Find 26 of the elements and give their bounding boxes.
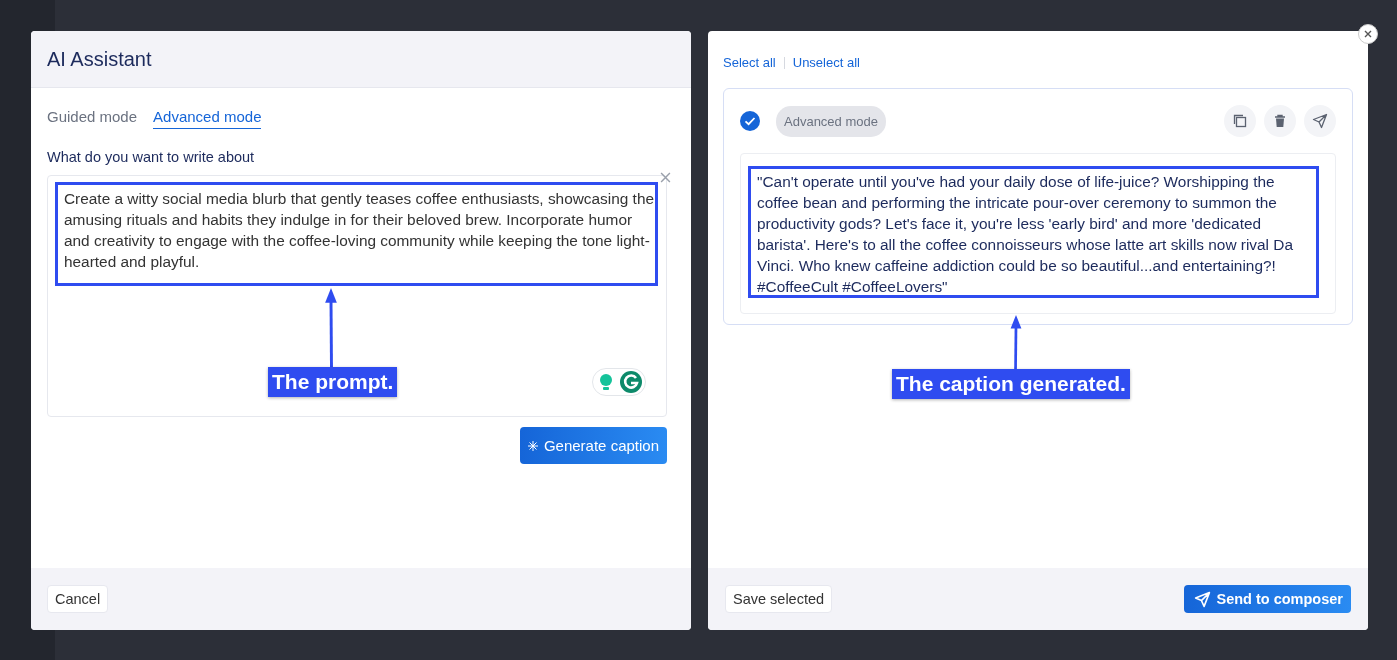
- copy-icon[interactable]: [1224, 105, 1256, 137]
- save-selected-button[interactable]: Save selected: [725, 585, 833, 613]
- cancel-button[interactable]: Cancel: [47, 585, 109, 613]
- checkbox[interactable]: [740, 111, 760, 131]
- mode-tab[interactable]: Advanced mode: [153, 108, 262, 129]
- annotation-arrow: [1009, 315, 1023, 369]
- close-icon: [1363, 29, 1373, 39]
- annotation-label: The caption generated.: [892, 369, 1130, 399]
- prompt-label: What do you want to write about: [47, 149, 256, 165]
- send-icon[interactable]: [1304, 105, 1336, 137]
- close-button[interactable]: [1358, 24, 1378, 44]
- close-icon[interactable]: [660, 172, 671, 183]
- sparkle-icon: [527, 440, 538, 451]
- mode-tab[interactable]: Guided mode: [47, 108, 138, 129]
- select-all-link[interactable]: Select all: [723, 55, 776, 70]
- prompt-field[interactable]: Create a witty social media blurb that gently teases coffee enthusiasts, showcasing the amusing rituals and habits they indulge in for their beloved brew. Incorporate humor and creativity to engage with the coffee-loving community while keeping the tone light-hearted and playful.: [64, 188, 658, 272]
- dialog-title: AI Assistant: [47, 47, 152, 71]
- annotation-label: The prompt.: [268, 367, 398, 397]
- trash-icon[interactable]: [1264, 105, 1296, 137]
- mode-tag: Advanced mode: [776, 105, 886, 137]
- generate-caption-button[interactable]: Generate caption: [519, 427, 667, 464]
- unselect-all-link[interactable]: Unselect all: [792, 55, 860, 70]
- assistant-badge-icon[interactable]: [592, 368, 646, 396]
- send-to-composer-button[interactable]: Send to composer: [1183, 585, 1351, 613]
- send-icon: [1193, 590, 1211, 608]
- caption-text: "Can't operate until you've had your daily dose of life-juice? Worshipping the coffee bean and performing the intricate pour-over ceremony to summon the productivity gods? Let's face it, you're less 'early bird' and more 'dedicated barista'. Here's to all the coffee connoisseurs whose latte art skills now rival Da Vinci. Who knew caffeine addiction could be so beautiful...and entertaining?! #CoffeeCult #CoffeeLovers": [740, 153, 1336, 314]
